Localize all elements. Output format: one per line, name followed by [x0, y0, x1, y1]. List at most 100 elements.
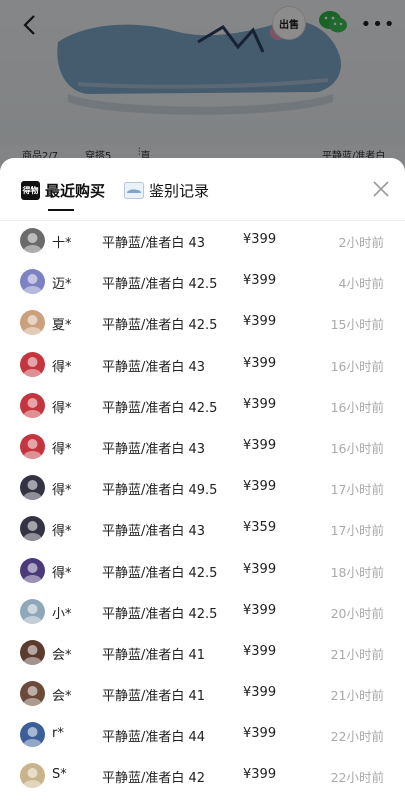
avatar[interactable] — [20, 228, 45, 253]
sheet-tabs: 得物 最近购买 鉴别记录 — [0, 158, 405, 221]
buyer-name: 得* — [52, 483, 72, 499]
purchase-time: 21小时前 — [330, 688, 384, 704]
buyer-name: 得* — [52, 565, 72, 581]
avatar[interactable] — [20, 516, 45, 542]
tab-verification-records-label: 鉴别记录 — [149, 181, 210, 200]
purchase-row: S* 平静蓝/准者白 42 ¥399 22小时前 — [0, 755, 405, 796]
purchase-row: 得* 平静蓝/准者白 42.5 ¥399 18小时前 — [0, 550, 405, 591]
purchase-price: ¥399 — [243, 602, 277, 618]
user-avatar-icon — [23, 686, 42, 707]
buyer-name: 十* — [52, 236, 72, 251]
buyer-name: 得* — [52, 359, 72, 375]
purchased-item: 平静蓝/准者白 49.5 — [102, 483, 218, 499]
avatar[interactable] — [20, 269, 45, 295]
purchase-time: 22小时前 — [330, 729, 384, 745]
user-avatar-icon — [23, 603, 42, 624]
user-avatar-icon — [23, 438, 42, 459]
purchase-time: 20小时前 — [330, 605, 384, 621]
purchase-price: ¥399 — [243, 273, 277, 289]
avatar[interactable] — [20, 598, 45, 624]
user-avatar-icon — [23, 644, 42, 665]
purchase-row: 夏* 平静蓝/准者白 42.5 ¥399 15小时前 — [0, 302, 405, 343]
purchased-item: 平静蓝/准者白 43 — [102, 441, 206, 457]
tab-verification-records[interactable]: 鉴别记录 — [124, 179, 209, 201]
user-avatar-icon — [23, 521, 42, 542]
purchase-price: ¥359 — [243, 520, 277, 536]
active-tab-indicator — [48, 209, 74, 211]
purchase-price: ¥399 — [243, 726, 277, 742]
purchase-row: 得* 平静蓝/准者白 43 ¥359 17小时前 — [0, 508, 405, 549]
purchase-row: 得* 平静蓝/准者白 43 ¥399 16小时前 — [0, 344, 405, 385]
purchase-price: ¥399 — [243, 396, 277, 412]
avatar[interactable] — [20, 639, 45, 665]
purchased-item: 平静蓝/准者白 42.5 — [102, 400, 218, 416]
purchase-row: 得* 平静蓝/准者白 43 ¥399 16小时前 — [0, 426, 405, 467]
purchase-price: ¥399 — [243, 314, 277, 330]
purchase-time: 4小时前 — [338, 276, 384, 292]
purchased-item: 平静蓝/准者白 42.5 — [102, 606, 218, 622]
avatar[interactable] — [20, 310, 45, 336]
avatar[interactable] — [20, 433, 45, 459]
purchased-item: 平静蓝/准者白 41 — [102, 689, 206, 705]
buyer-name: 得* — [52, 524, 72, 540]
purchase-price: ¥399 — [243, 232, 277, 247]
avatar[interactable] — [20, 763, 45, 789]
purchase-row: 小* 平静蓝/准者白 42.5 ¥399 20小时前 — [0, 591, 405, 632]
purchase-price: ¥399 — [243, 767, 277, 783]
avatar[interactable] — [20, 681, 45, 707]
purchase-row: 十* 平静蓝/准者白 43 ¥399 2小时前 — [0, 220, 405, 261]
purchase-price: ¥399 — [243, 437, 277, 453]
tab-recent-purchases[interactable]: 得物 最近购买 — [21, 179, 105, 201]
avatar[interactable] — [20, 392, 45, 418]
buyer-name: 会* — [52, 647, 72, 663]
buyer-name: 得* — [52, 441, 72, 457]
buyer-name: 得* — [52, 400, 72, 416]
purchased-item: 平静蓝/准者白 43 — [102, 524, 206, 540]
user-avatar-icon — [23, 315, 42, 336]
purchased-item: 平静蓝/准者白 42 — [102, 771, 206, 787]
user-avatar-icon — [23, 727, 42, 748]
purchased-item: 平静蓝/准者白 41 — [102, 647, 206, 663]
purchase-time: 16小时前 — [330, 399, 384, 415]
recent-purchases-sheet: 得物 最近购买 鉴别记录 十* 平静蓝/准者白 43 ¥399 2小时前 迈* … — [0, 158, 405, 800]
close-icon[interactable] — [372, 180, 390, 198]
buyer-name: 会* — [52, 689, 72, 705]
purchase-time: 21小时前 — [330, 646, 384, 662]
avatar[interactable] — [20, 722, 45, 748]
purchased-item: 平静蓝/准者白 43 — [102, 359, 206, 375]
purchase-row: 得* 平静蓝/准者白 42.5 ¥399 16小时前 — [0, 385, 405, 426]
dewu-logo-icon: 得物 — [21, 180, 40, 200]
purchase-time: 22小时前 — [330, 770, 384, 786]
purchase-price: ¥399 — [243, 685, 277, 701]
avatar[interactable] — [20, 557, 45, 583]
buyer-name: r* — [52, 726, 64, 742]
purchase-row: 得* 平静蓝/准者白 49.5 ¥399 17小时前 — [0, 467, 405, 508]
buyer-name: 夏* — [52, 318, 72, 334]
avatar[interactable] — [20, 351, 45, 377]
purchase-time: 15小时前 — [330, 317, 384, 333]
buyer-name: 小* — [52, 606, 72, 622]
user-avatar-icon — [23, 480, 42, 501]
user-avatar-icon — [23, 356, 42, 377]
purchase-time: 16小时前 — [330, 440, 384, 456]
purchase-list: 十* 平静蓝/准者白 43 ¥399 2小时前 迈* 平静蓝/准者白 42.5 … — [0, 220, 405, 797]
tab-recent-purchases-label: 最近购买 — [45, 181, 106, 200]
purchase-time: 17小时前 — [330, 523, 384, 539]
purchased-item: 平静蓝/准者白 42.5 — [102, 277, 218, 293]
user-avatar-icon — [23, 768, 42, 789]
purchase-price: ¥399 — [243, 479, 277, 495]
purchase-price: ¥399 — [243, 643, 277, 659]
purchase-row: 会* 平静蓝/准者白 41 ¥399 21小时前 — [0, 632, 405, 673]
purchase-time: 17小时前 — [330, 482, 384, 498]
purchase-row: r* 平静蓝/准者白 44 ¥399 22小时前 — [0, 714, 405, 755]
purchase-price: ¥399 — [243, 561, 277, 577]
buyer-name: S* — [52, 767, 67, 783]
avatar[interactable] — [20, 475, 45, 501]
buyer-name: 迈* — [52, 277, 72, 293]
purchase-time: 18小时前 — [330, 564, 384, 580]
purchase-row: 迈* 平静蓝/准者白 42.5 ¥399 4小时前 — [0, 261, 405, 302]
purchase-time: 16小时前 — [330, 358, 384, 374]
user-avatar-icon — [23, 274, 42, 295]
purchase-time: 2小时前 — [338, 235, 384, 250]
purchased-item: 平静蓝/准者白 42.5 — [102, 318, 218, 334]
